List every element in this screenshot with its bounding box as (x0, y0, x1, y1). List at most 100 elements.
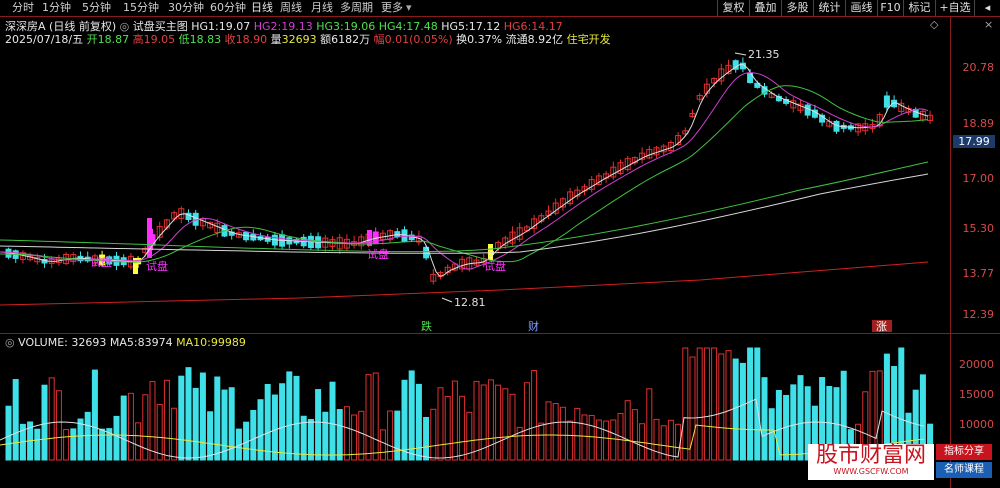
watermark-tag[interactable]: 名师课程 (936, 462, 992, 478)
close-icon[interactable]: × (984, 18, 993, 31)
volume-bar (711, 347, 718, 461)
volume-bar (451, 380, 458, 461)
volume-bar (495, 384, 502, 461)
volume-bar (595, 419, 602, 461)
turnover-label: 换 (456, 33, 468, 46)
volume-bar (473, 380, 480, 461)
volume-bar (48, 377, 55, 461)
volume-bar (5, 405, 12, 461)
volume-bar (315, 389, 322, 461)
float-label: 流通 (505, 33, 528, 46)
volume-bar (70, 428, 77, 461)
volume-bar (732, 358, 739, 461)
watermark-tag[interactable]: 指标分享 (936, 444, 992, 460)
high-value: 19.05 (143, 33, 176, 46)
volume-bar (120, 395, 127, 461)
volume-bar (34, 428, 41, 461)
volume-bar (538, 422, 545, 461)
volume-bar (552, 403, 559, 461)
low-price-pointer (441, 297, 453, 303)
event-marker: 跌 (421, 319, 432, 333)
close-label: 收 (224, 33, 236, 46)
volume-label: 量 (270, 33, 282, 46)
volume-bar (747, 347, 754, 461)
volume-axis-label: 20000 (959, 358, 994, 371)
change-label: 幅 (373, 33, 385, 46)
volume-indicator-label[interactable]: VOLUME: (18, 336, 68, 349)
high-price-pointer (734, 52, 747, 56)
volume-bar (63, 429, 70, 461)
volume-axis-label: 15000 (959, 388, 994, 401)
price-axis-label: 15.30 (962, 222, 995, 235)
ma5-label: MA5: (109, 336, 138, 349)
volume-bar (214, 376, 221, 461)
volume-bar (149, 381, 156, 461)
kline-chart[interactable]: 21.3512.81试盘 试盘试盘试盘跌财涨 (0, 0, 1000, 488)
volume-bar (567, 420, 574, 461)
volume-bar (365, 374, 372, 461)
low-label: 低 (178, 33, 190, 46)
candle-body (804, 104, 811, 116)
volume-bar (559, 406, 566, 461)
volume-bar (459, 395, 466, 461)
sector-label[interactable]: 住宅开发 (567, 33, 611, 46)
volume-bar (113, 415, 120, 461)
ma30-line (0, 161, 929, 253)
quote-date: 2025/07/18/五 (5, 33, 84, 46)
volume-bar (286, 371, 293, 461)
volume-axis-label: 10000 (959, 418, 994, 431)
volume-bar (509, 393, 516, 461)
volume-bar (207, 411, 214, 461)
price-axis-label: 13.77 (962, 267, 995, 280)
volume-bar (372, 372, 379, 461)
open-value: 18.87 (97, 33, 130, 46)
volume-bar (351, 414, 358, 461)
float-value: 8.92亿 (527, 33, 564, 46)
signal-label: 试盘 (90, 255, 112, 269)
volume-bar (423, 416, 430, 461)
volume-bar (761, 377, 768, 461)
signal-label: 试盘 (484, 259, 506, 273)
ma10-label: MA10: (176, 336, 211, 349)
volume-bar (667, 419, 674, 461)
volume-bar (307, 418, 314, 461)
volume-bar (250, 409, 257, 461)
price-axis-label: 18.89 (962, 117, 995, 130)
volume-bar (221, 389, 228, 461)
volume-bar (163, 379, 170, 461)
volume-bar (156, 403, 163, 461)
volume-bar (624, 400, 631, 461)
volume-bar (293, 375, 300, 461)
volume-header: ◎ VOLUME: 32693 MA5:83974 MA10:99989 (5, 336, 246, 349)
volume-bar (653, 418, 660, 461)
volume-bar (790, 384, 797, 461)
volume-bar (739, 362, 746, 461)
volume-bar (171, 407, 178, 461)
volume-bar (12, 379, 19, 461)
event-marker: 财 (528, 319, 539, 333)
low-value: 18.83 (189, 33, 222, 46)
volume-bar (487, 379, 494, 461)
quote-line: 2025/07/18/五 开18.87 高19.05 低18.83 收18.90… (5, 31, 611, 47)
event-marker: 涨 (876, 320, 887, 333)
volume-value: 32693 (281, 33, 317, 46)
volume-bar (91, 369, 98, 461)
amount-value: 6182万 (331, 33, 371, 46)
volume-bar (588, 414, 595, 461)
volume-bar (185, 367, 192, 461)
volume-bar (574, 407, 581, 461)
ma60-line (0, 173, 929, 254)
signal-label: 试盘 (367, 247, 389, 261)
volume-bar (610, 419, 617, 461)
high-label: 高 (132, 33, 144, 46)
diamond-icon[interactable]: ◇ (930, 18, 938, 31)
volume-bar (718, 353, 725, 461)
volume-bar (142, 394, 149, 461)
volume-bar (502, 388, 509, 461)
volume-bar (581, 414, 588, 461)
volume-bar (336, 409, 343, 461)
candle-body (883, 95, 890, 108)
volume-settings-icon[interactable]: ◎ (5, 336, 15, 349)
ma10-value: 99989 (210, 336, 246, 349)
volume-bar (603, 420, 610, 461)
